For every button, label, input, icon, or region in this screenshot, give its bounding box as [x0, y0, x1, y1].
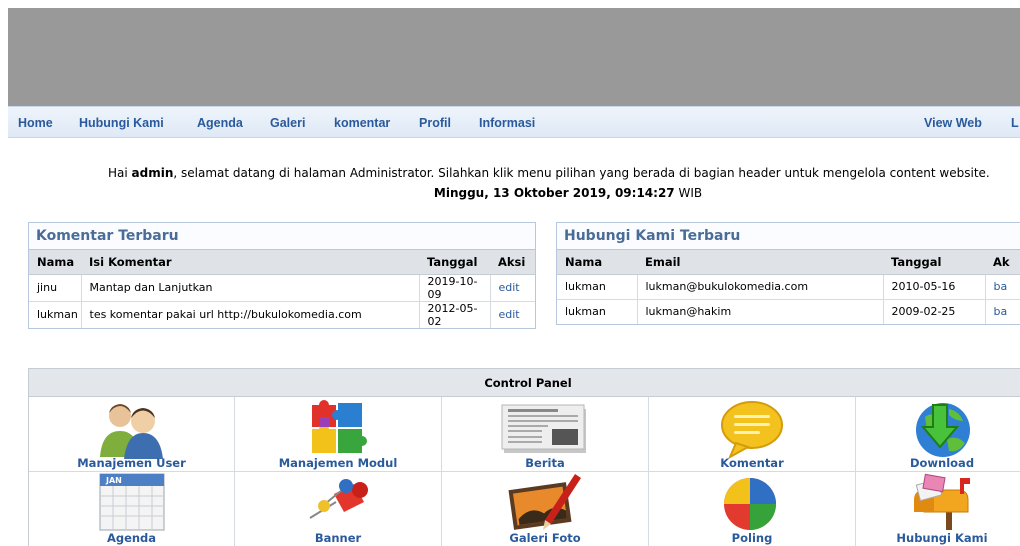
welcome-message: Hai admin, selamat datang di halaman Adm…: [108, 166, 990, 180]
photo-icon: [508, 474, 581, 530]
table-row: lukman tes komentar pakai url http://buk…: [29, 300, 535, 328]
cp-berita[interactable]: Berita: [442, 397, 649, 472]
reply-link[interactable]: ba: [994, 305, 1008, 318]
cp-poling[interactable]: Poling: [649, 472, 856, 546]
cp-galeri-foto[interactable]: Galeri Foto: [442, 472, 649, 546]
users-icon: [99, 404, 163, 459]
recent-contacts-table: Nama Email Tanggal Ak lukman lukman@buku…: [557, 250, 1020, 324]
cp-komentar[interactable]: Komentar: [649, 397, 856, 472]
panel-title: Hubungi Kami Terbaru: [557, 223, 1020, 250]
table-row: lukman lukman@hakim 2009-02-25 ba: [557, 298, 1020, 324]
col-header: Ak: [985, 250, 1020, 275]
control-panel-title: Control Panel: [29, 369, 1020, 397]
edit-link[interactable]: edit: [499, 308, 520, 321]
cp-banner[interactable]: Banner: [235, 472, 442, 546]
mailbox-icon: [914, 473, 970, 530]
calendar-icon: JAN: [99, 473, 164, 531]
top-nav: Home Hubungi Kami Agenda Galeri komentar…: [8, 106, 1020, 138]
col-header: Nama: [29, 250, 81, 275]
nav-galeri[interactable]: Galeri: [270, 116, 305, 130]
nav-agenda[interactable]: Agenda: [197, 116, 243, 130]
col-header: Isi Komentar: [81, 250, 419, 275]
pie-chart-icon: [724, 478, 776, 530]
panel-title: Komentar Terbaru: [29, 223, 535, 250]
current-datetime: Minggu, 13 Oktober 2019, 09:14:27 WIB: [433, 186, 703, 200]
cp-label: Galeri Foto: [509, 531, 581, 545]
cp-label: Berita: [525, 456, 565, 470]
cp-label: Banner: [314, 531, 362, 545]
cp-download[interactable]: Download: [856, 397, 1020, 472]
cp-label: Hubungi Kami: [896, 531, 988, 545]
control-panel: Control Panel Manajemen User Manajemen M…: [28, 368, 1020, 546]
calendar-month: JAN: [105, 476, 122, 485]
nav-informasi[interactable]: Informasi: [479, 116, 535, 130]
cp-agenda[interactable]: JAN Agenda: [29, 472, 235, 546]
reply-link[interactable]: ba: [994, 280, 1008, 293]
nav-view-web[interactable]: View Web: [924, 116, 982, 130]
cp-label: Poling: [731, 531, 773, 545]
col-header: Aksi: [490, 250, 535, 275]
edit-link[interactable]: edit: [499, 281, 520, 294]
nav-home[interactable]: Home: [18, 116, 53, 130]
cp-manajemen-user[interactable]: Manajemen User: [29, 397, 235, 472]
nav-profil[interactable]: Profil: [419, 116, 451, 130]
cp-label: Manajemen User: [77, 456, 186, 470]
table-row: lukman lukman@bukulokomedia.com 2010-05-…: [557, 273, 1020, 299]
cp-label: Komentar: [720, 456, 784, 470]
puzzle-icon: [312, 400, 367, 453]
col-header: Tanggal: [883, 250, 985, 275]
nav-logout[interactable]: L: [1011, 116, 1019, 130]
username: admin: [131, 166, 174, 180]
cp-hubungi-kami[interactable]: Hubungi Kami: [856, 472, 1020, 546]
cp-manajemen-modul[interactable]: Manajemen Modul: [235, 397, 442, 472]
nav-hubungi-kami[interactable]: Hubungi Kami: [79, 116, 164, 130]
newspaper-icon: [501, 404, 586, 453]
pushpin-icon: [309, 479, 368, 519]
col-header: Nama: [557, 250, 637, 275]
download-globe-icon: [916, 403, 970, 457]
col-header: Tanggal: [419, 250, 490, 275]
recent-comments-table: Nama Isi Komentar Tanggal Aksi jinu Mant…: [29, 250, 535, 328]
cp-label: Download: [909, 456, 975, 470]
col-header: Email: [637, 250, 883, 275]
table-row: jinu Mantap dan Lanjutkan 2019-10-09 edi…: [29, 273, 535, 301]
nav-komentar[interactable]: komentar: [334, 116, 390, 130]
header-banner: [8, 8, 1020, 106]
cp-label: Agenda: [106, 531, 157, 545]
recent-contacts-panel: Hubungi Kami Terbaru Nama Email Tanggal …: [556, 222, 1020, 325]
speech-bubble-icon: [721, 401, 783, 459]
cp-label: Manajemen Modul: [278, 456, 398, 470]
recent-comments-panel: Komentar Terbaru Nama Isi Komentar Tangg…: [28, 222, 536, 329]
